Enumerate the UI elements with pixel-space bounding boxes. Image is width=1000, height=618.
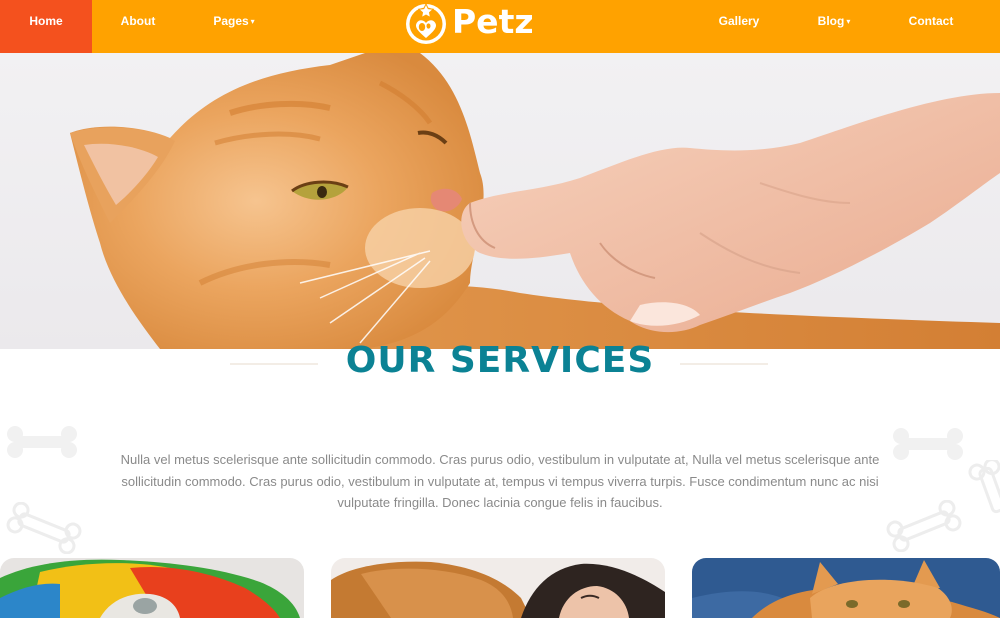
top-navbar: Home About Pages ▾ Petz Gallery Blog ▾ Con… [0, 0, 1000, 53]
nav-about[interactable]: About [104, 0, 172, 53]
dog-and-woman-photo [331, 558, 665, 618]
nav-blog-label: Blog [817, 14, 845, 28]
nav-pages[interactable]: Pages ▾ [196, 0, 272, 53]
chevron-down-icon: ▾ [250, 17, 255, 26]
bone-icon [893, 428, 963, 460]
bone-icon [7, 426, 77, 458]
orange-cat-finger-photo [70, 53, 1000, 349]
parrot-photo [0, 558, 304, 618]
nav-blog[interactable]: Blog ▾ [804, 0, 864, 53]
hero-image [0, 53, 1000, 349]
chevron-down-icon: ▾ [846, 17, 851, 26]
nav-contact-label: Contact [908, 14, 954, 28]
nav-gallery-label: Gallery [718, 14, 760, 28]
nav-about-label: About [120, 14, 156, 28]
service-card[interactable] [692, 558, 1000, 618]
bone-icon [968, 460, 1000, 514]
logo-text: Petz [452, 2, 534, 41]
service-card[interactable] [0, 558, 304, 618]
logo[interactable]: Petz [400, 0, 560, 46]
nav-gallery[interactable]: Gallery [706, 0, 772, 53]
services-description: Nulla vel metus scelerisque ante sollici… [120, 452, 880, 510]
nav-home[interactable]: Home [0, 0, 92, 53]
orange-cat-photo [692, 558, 1000, 618]
services-title: OUR SERVICES [345, 340, 655, 381]
paw-heart-star-icon [406, 2, 446, 44]
bone-icon [6, 502, 82, 554]
nav-home-label: Home [29, 14, 63, 28]
nav-pages-label: Pages [213, 14, 249, 28]
nav-contact[interactable]: Contact [892, 0, 970, 53]
service-card[interactable] [331, 558, 665, 618]
